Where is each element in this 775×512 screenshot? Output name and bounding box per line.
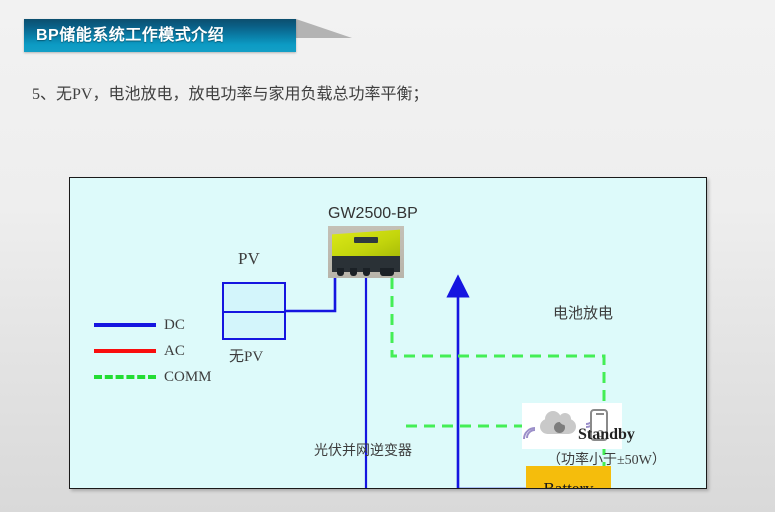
- pv-box-divider: [224, 311, 284, 313]
- dc-wire-pv-to-inverter: [286, 278, 337, 313]
- battery-box: Battery: [526, 466, 611, 489]
- dc-line-icon: [94, 323, 156, 327]
- comm-line-icon: [94, 375, 156, 379]
- cloud-center-dot: [554, 422, 565, 433]
- slide: BP储能系统工作模式介绍 5、无PV，电池放电，放电功率与家用负载总功率平衡；: [0, 0, 775, 512]
- inverter-connector-large: [380, 268, 394, 276]
- legend-item-dc: DC: [94, 312, 212, 338]
- phone-speaker: [596, 413, 604, 415]
- title-banner-tail: [296, 19, 352, 38]
- legend-label-comm: COMM: [164, 368, 212, 385]
- pv-title: PV: [238, 249, 260, 268]
- grid-status-label: Standby: [578, 426, 635, 443]
- ac-line-icon: [94, 349, 156, 353]
- inverter-product-title: GW2500-BP: [328, 205, 418, 222]
- inverter-connector: [363, 268, 370, 276]
- legend: DC AC COMM: [94, 312, 212, 390]
- diagram-panel: DC AC COMM PV 无PV GW2500-BP Battery 电池放电…: [69, 177, 707, 489]
- title-banner-bar: BP储能系统工作模式介绍: [24, 19, 296, 52]
- title-banner: BP储能系统工作模式介绍: [24, 19, 296, 52]
- dc-wire-battery-to-inverter: [446, 274, 526, 488]
- legend-item-ac: AC: [94, 338, 212, 364]
- legend-label-ac: AC: [164, 342, 185, 359]
- gw2500-bp-inverter-photo-icon: [328, 226, 404, 278]
- inverter-display-strip: [354, 237, 378, 243]
- inverter-connector: [350, 268, 357, 276]
- battery-label: Battery: [543, 478, 594, 489]
- pv-status-label: 无PV: [229, 349, 264, 365]
- legend-item-comm: COMM: [94, 364, 212, 390]
- page-title: BP储能系统工作模式介绍: [36, 26, 225, 44]
- inverter-connector: [337, 268, 344, 276]
- grid-tie-inverter-label: 光伏并网逆变器: [314, 444, 412, 459]
- battery-status-note: 电池放电: [553, 306, 614, 322]
- legend-label-dc: DC: [164, 316, 185, 333]
- grid-status-note: （功率小于±50W）: [547, 453, 666, 468]
- subtitle-text: 5、无PV，电池放电，放电功率与家用负载总功率平衡；: [32, 86, 429, 103]
- pv-array-box: [222, 282, 286, 340]
- cloud-icon: [540, 411, 576, 434]
